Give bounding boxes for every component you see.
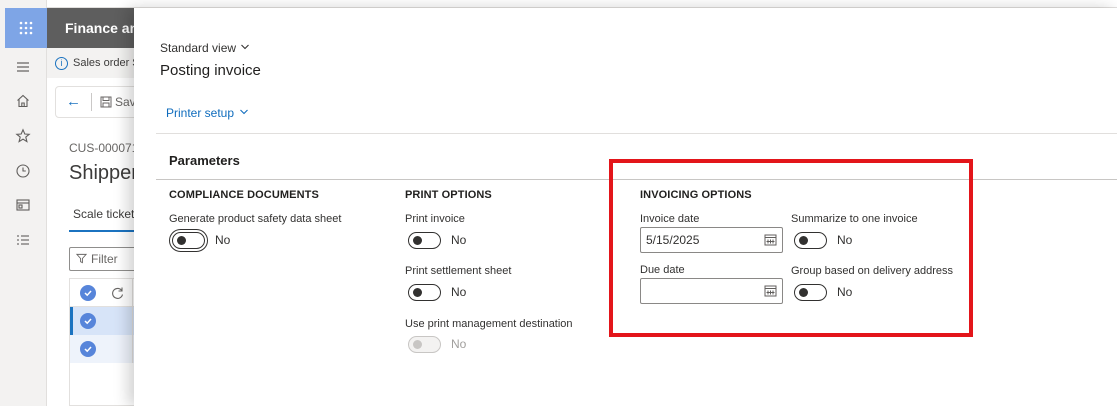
star-icon[interactable]: [14, 127, 32, 145]
toggle-value: No: [451, 285, 467, 299]
home-icon[interactable]: [14, 92, 32, 110]
view-name: Standard view: [160, 41, 237, 55]
waffle-icon[interactable]: [5, 8, 47, 48]
top-strip: [0, 0, 1117, 8]
print-management-toggle: No: [408, 334, 466, 354]
chevron-down-icon: [241, 44, 249, 50]
highlight-box: [609, 159, 973, 337]
toggle-track: [169, 228, 208, 252]
print-settlement-label: Print settlement sheet: [405, 265, 512, 277]
toggle-knob: [177, 235, 186, 245]
parameters-heading[interactable]: Parameters: [169, 153, 240, 168]
printer-setup-label: Printer setup: [166, 106, 235, 120]
compliance-heading: COMPLIANCE DOCUMENTS: [169, 189, 319, 201]
panel-title: Posting invoice: [160, 62, 261, 79]
list-icon[interactable]: [14, 231, 32, 249]
toggle-value: No: [451, 233, 467, 247]
toggle-knob: [413, 287, 422, 297]
chevron-down-icon: [240, 109, 248, 115]
safety-sheet-label: Generate product safety data sheet: [169, 213, 342, 225]
clock-icon[interactable]: [14, 162, 32, 180]
workspace-icon[interactable]: [14, 196, 32, 214]
toggle-track: [408, 335, 441, 353]
safety-sheet-toggle[interactable]: No: [169, 228, 231, 252]
print-settlement-toggle[interactable]: No: [408, 282, 466, 302]
divider: [156, 133, 1117, 134]
toggle-value: No: [215, 233, 231, 247]
toggle-knob: [413, 339, 422, 349]
view-selector[interactable]: Standard view: [160, 41, 250, 55]
toggle-track: [408, 231, 441, 249]
toggle-track: [408, 283, 441, 301]
print-invoice-label: Print invoice: [405, 213, 465, 225]
print-options-heading: PRINT OPTIONS: [405, 189, 492, 201]
print-management-label: Use print management destination: [405, 318, 573, 330]
toggle-knob: [413, 235, 422, 245]
print-invoice-toggle[interactable]: No: [408, 230, 466, 250]
hamburger-icon[interactable]: [14, 58, 32, 76]
left-nav-rail: [0, 0, 47, 406]
printer-setup-button[interactable]: Printer setup: [166, 106, 249, 120]
toggle-value: No: [451, 337, 467, 351]
